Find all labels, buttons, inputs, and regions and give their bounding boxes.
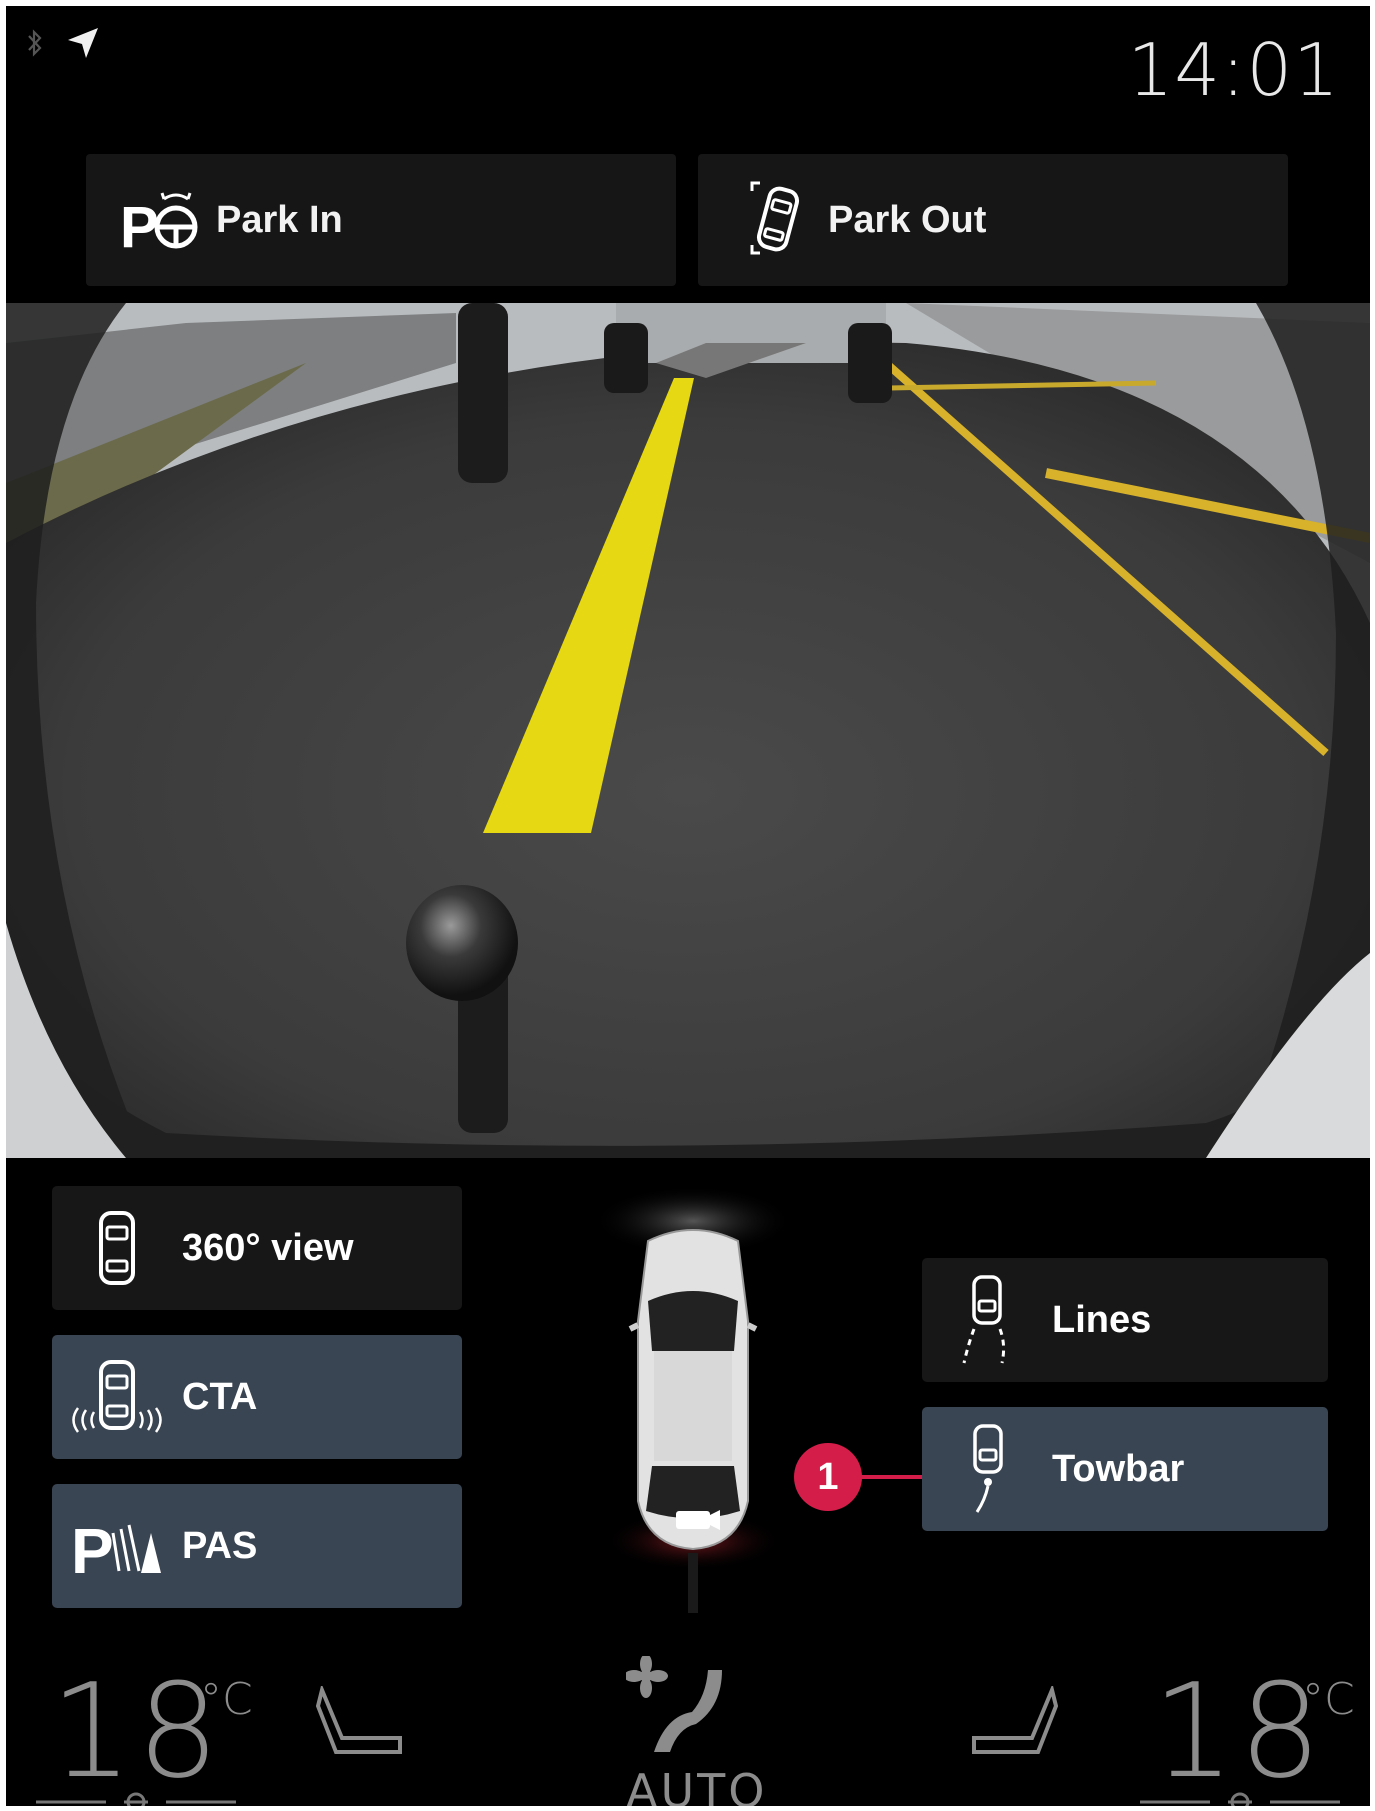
left-temperature[interactable]: 18 °C xyxy=(50,1666,253,1796)
towbar-label: Towbar xyxy=(1052,1447,1185,1490)
camera-icon xyxy=(676,1511,710,1529)
clock: 14:01 xyxy=(1127,28,1340,112)
cta-car-waves-icon xyxy=(52,1360,182,1434)
right-temp-slider-icon xyxy=(1140,1792,1340,1806)
infotainment-screen: 14:01 P Park In Park Out 360° view CTA P… xyxy=(6,6,1370,1806)
svg-text:P: P xyxy=(71,1515,114,1577)
right-temp-value: 18 xyxy=(1152,1655,1326,1806)
360-view-button[interactable]: 360° view xyxy=(52,1186,462,1310)
navigation-arrow-icon xyxy=(66,26,100,65)
right-seat-icon[interactable] xyxy=(968,1683,1059,1771)
rear-camera-view xyxy=(6,303,1370,1158)
park-out-button[interactable]: Park Out xyxy=(698,154,1288,286)
360-view-label: 360° view xyxy=(182,1226,354,1269)
right-temp-unit: °C xyxy=(1302,1674,1355,1725)
left-temp-value: 18 xyxy=(50,1655,224,1806)
car-360-icon xyxy=(52,1211,182,1285)
svg-text:P: P xyxy=(120,195,159,253)
callout-marker: 1 xyxy=(794,1443,862,1511)
pas-sensor-icon: P xyxy=(52,1515,182,1577)
cta-label: CTA xyxy=(182,1375,258,1418)
towbar-button[interactable]: Towbar xyxy=(922,1407,1328,1531)
fan-auto-label: AUTO xyxy=(626,1764,768,1806)
left-temp-slider-icon xyxy=(36,1792,236,1806)
towbar-car-icon xyxy=(922,1424,1052,1514)
park-out-label: Park Out xyxy=(828,198,987,241)
lines-label: Lines xyxy=(1052,1298,1152,1341)
pas-button[interactable]: P PAS xyxy=(52,1484,462,1608)
park-in-button[interactable]: P Park In xyxy=(86,154,676,286)
left-seat-icon[interactable] xyxy=(315,1683,406,1771)
bluetooth-icon xyxy=(26,28,44,63)
lines-car-icon xyxy=(922,1275,1052,1365)
cta-button[interactable]: CTA xyxy=(52,1335,462,1459)
status-icons xyxy=(26,26,100,65)
park-out-car-icon xyxy=(718,175,828,265)
car-top-view xyxy=(588,1181,798,1636)
lines-button[interactable]: Lines xyxy=(922,1258,1328,1382)
left-temp-unit: °C xyxy=(200,1674,253,1725)
park-in-label: Park In xyxy=(216,198,343,241)
park-in-steering-icon: P xyxy=(106,187,216,253)
fan-icon[interactable] xyxy=(624,1654,736,1761)
pas-label: PAS xyxy=(182,1524,258,1567)
camera-image xyxy=(6,303,1370,1158)
right-temperature[interactable]: 18 °C xyxy=(1152,1666,1355,1796)
